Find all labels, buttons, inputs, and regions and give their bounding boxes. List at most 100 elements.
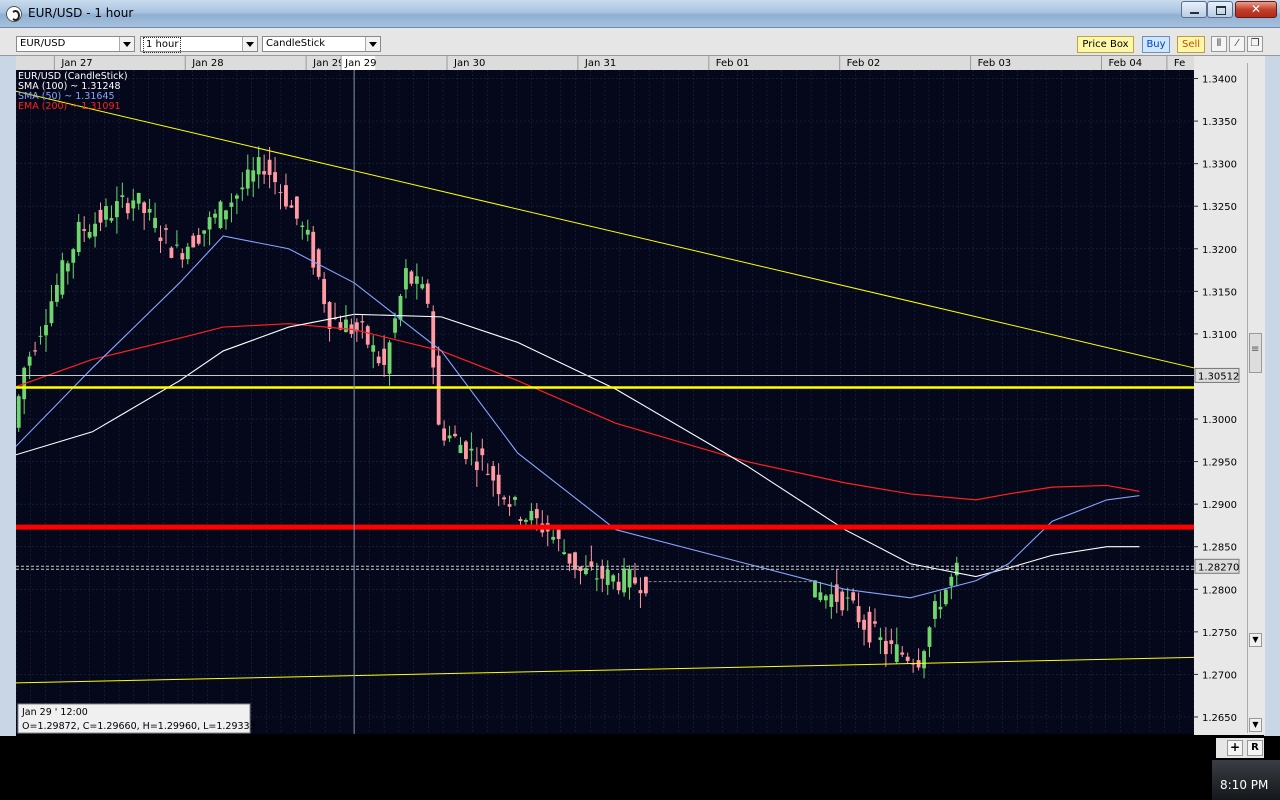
candle-body [502,497,507,500]
price-box-button[interactable]: Price Box [1077,36,1134,53]
candle-body [191,235,196,248]
candle-body [638,590,643,594]
candle-body [114,201,119,218]
scroll-down-icon[interactable]: ▼ [1249,633,1262,647]
candle-body [922,651,926,669]
date-label: Feb 01 [716,58,750,69]
candle-body [905,656,910,661]
ohlc-values-label: O=1.29872, C=1.29660, H=1.29960, L=1.293… [22,721,256,732]
candle-body [447,435,452,439]
date-label: Feb 04 [1108,58,1142,69]
price-tick-label: 1.2800 [1202,585,1237,596]
price-tick-label: 1.2950 [1202,458,1237,469]
date-label: Jan 29 [312,58,344,69]
candle-body [180,253,185,260]
scroll-end-icon[interactable]: ▼ [1249,718,1262,732]
candle-body [567,553,572,564]
candle-body [294,196,299,219]
candle-body [120,195,125,198]
candle-body [147,208,152,213]
draw-line-icon[interactable]: ⁄ [1229,36,1245,52]
price-tick-label: 1.2650 [1202,713,1237,724]
candle-body [136,192,141,204]
candle-body [87,231,92,238]
zoom-in-button[interactable]: + [1227,740,1243,756]
candle-body [643,576,648,594]
candle-body [71,249,76,263]
price-tick-label: 1.3250 [1202,202,1237,213]
date-label: Jan 30 [453,58,485,69]
candle-body [300,225,305,228]
symbol-dropdown[interactable]: EUR/USD [16,36,135,52]
close-button[interactable] [1235,1,1277,18]
chart-toolbar: EUR/USD 1 hour CandleStick Price Box Buy… [0,28,1280,56]
taskbar [0,760,1280,800]
chevron-down-icon[interactable] [365,37,380,51]
candle-body [54,284,59,302]
crosshair-date-label: Jan 29 ' 12:00 [21,707,88,718]
candle-body [202,230,207,234]
chart-type-value: CandleStick [266,38,326,49]
candle-body [224,210,228,220]
chevron-down-icon[interactable] [242,37,257,51]
candle-body [371,345,376,352]
price-chart[interactable]: Jan 27 Jan 28 Jan 29 Jan 29 Jan 30 Jan 31 Feb … [16,56,1265,735]
vertical-scrollbar[interactable]: ▼ ▼ [1247,63,1263,733]
candle-body [158,237,163,242]
candle-body [605,570,610,585]
candle-body [938,606,943,610]
candle-body [616,581,621,591]
candle-body [284,185,288,207]
candle-body [878,637,883,641]
candle-body [278,192,283,194]
interval-value: 1 hour [143,37,182,53]
price-tick-label: 1.3150 [1202,287,1237,298]
candle-body [365,326,370,345]
candle-body [185,246,190,260]
candle-body [622,568,626,593]
candle-body [813,580,817,598]
candle-body [513,497,517,500]
candle-body [889,640,894,644]
candle-body [611,575,616,582]
candle-body [27,356,32,366]
symbol-value: EUR/USD [20,38,66,49]
taskbar-clock[interactable]: 8:10 PM [1220,778,1268,792]
candle-body [82,229,87,231]
candle-body [16,396,21,428]
candle-body [856,606,861,623]
candle-body [273,172,277,183]
date-label: Feb 02 [847,58,881,69]
candle-body [431,311,436,368]
candle-body [529,510,534,521]
candle-body [360,321,365,323]
candle-body [393,318,397,333]
scrollbar-thumb[interactable] [1249,333,1262,373]
candle-body [485,473,490,475]
chevron-down-icon[interactable] [119,37,134,51]
candle-body [442,428,447,441]
price-tick-label: 1.3000 [1202,415,1237,426]
candle-body [818,592,823,601]
candle-body [594,578,599,580]
minimize-button[interactable] [1181,1,1207,18]
date-label: Jan 27 [60,58,92,69]
chart-type-dropdown[interactable]: CandleStick [262,36,381,52]
reset-zoom-button[interactable]: R [1247,740,1263,756]
app-icon [6,6,22,22]
candle-body [164,228,168,230]
interval-dropdown[interactable]: 1 hour [140,36,258,53]
price-tick-label: 1.2750 [1202,628,1237,639]
candle-body [387,342,392,374]
candle-body [883,640,888,655]
candle-body [169,247,174,258]
sell-button[interactable]: Sell [1177,36,1205,53]
candle-body [829,594,834,607]
buy-button[interactable]: Buy [1142,36,1170,53]
indicators-icon[interactable]: ⫴ [1211,36,1227,52]
candle-body [453,433,457,437]
detach-window-icon[interactable]: ❐ [1247,36,1263,52]
legend-entry: EMA (200) ~ 1.31091 [18,101,121,112]
maximize-button[interactable] [1207,1,1233,18]
chart-canvas[interactable]: Jan 27 Jan 28 Jan 29 Jan 29 Jan 30 Jan 31 Feb … [16,56,1265,735]
